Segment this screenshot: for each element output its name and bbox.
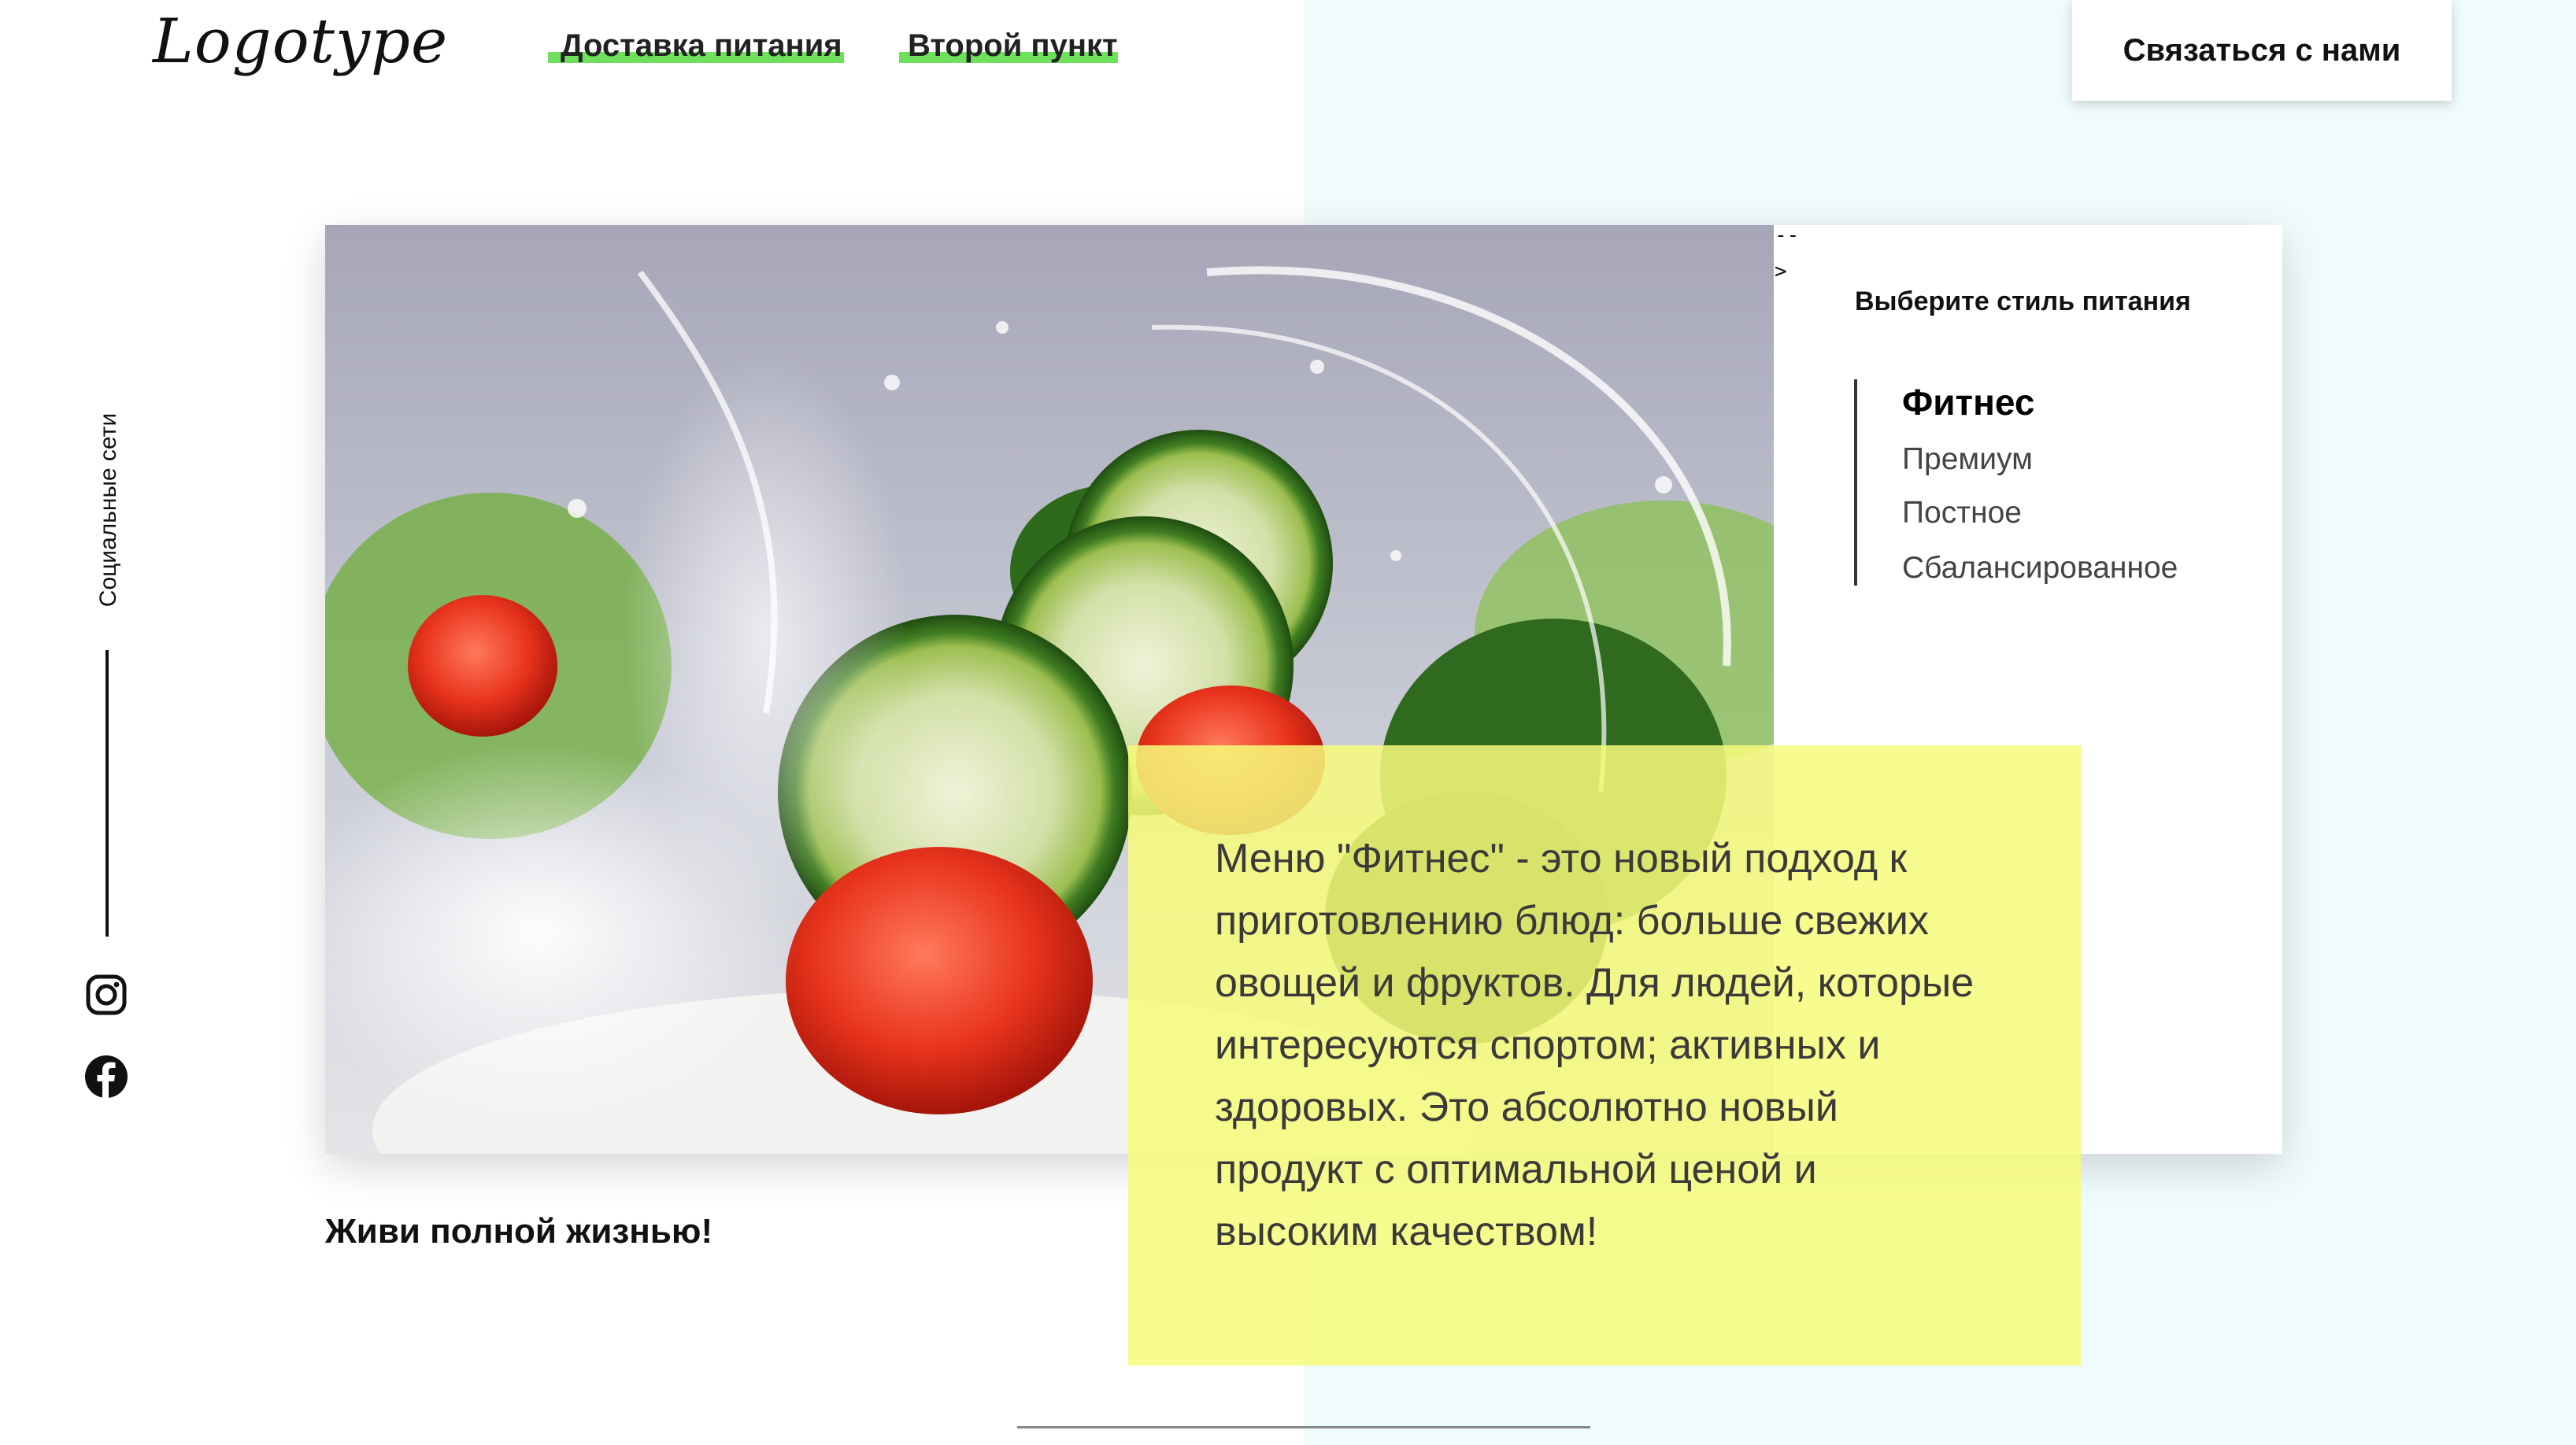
social-networks-label: Социальные сети	[95, 412, 121, 608]
tagline: Живи полной жизнью!	[325, 1212, 713, 1251]
contact-button[interactable]: Связаться с нами	[2072, 0, 2452, 101]
info-line: Меню "Фитнес" - это новый подход к	[1215, 836, 1908, 881]
style-premium[interactable]: Премиум	[1902, 442, 2033, 477]
arrow-glyph[interactable]: >	[1775, 260, 1787, 283]
info-line: интересуются спортом; активных и	[1215, 1022, 1881, 1068]
instagram-icon[interactable]	[84, 973, 128, 1017]
style-balanced[interactable]: Сбалансированное	[1902, 551, 2178, 586]
logo[interactable]: Logotype	[153, 6, 448, 77]
info-line: здоровых. Это абсолютно новый	[1215, 1085, 1838, 1130]
info-text: Меню "Фитнес" - это новый подход к приго…	[1215, 828, 2018, 1263]
style-fitness[interactable]: Фитнес	[1902, 381, 2034, 423]
info-line: продукт с оптимальной ценой и	[1215, 1147, 1817, 1192]
info-line: высоким качеством!	[1215, 1209, 1598, 1255]
nav-item-second[interactable]: Второй пункт	[908, 28, 1118, 64]
bottom-divider	[1017, 1426, 1590, 1428]
panel-title: Выберите стиль питания	[1855, 286, 2191, 316]
nav-item-delivery[interactable]: Доставка питания	[561, 28, 842, 64]
social-divider	[105, 650, 109, 937]
info-line: овощей и фруктов. Для людей, которые	[1215, 960, 1975, 1006]
style-list-bar	[1854, 379, 1857, 586]
facebook-icon[interactable]	[84, 1055, 128, 1099]
info-line: приготовлению блюд: больше свежих	[1215, 898, 1929, 944]
style-lenten[interactable]: Постное	[1902, 496, 2022, 530]
divider-dash: --	[1775, 224, 1800, 247]
